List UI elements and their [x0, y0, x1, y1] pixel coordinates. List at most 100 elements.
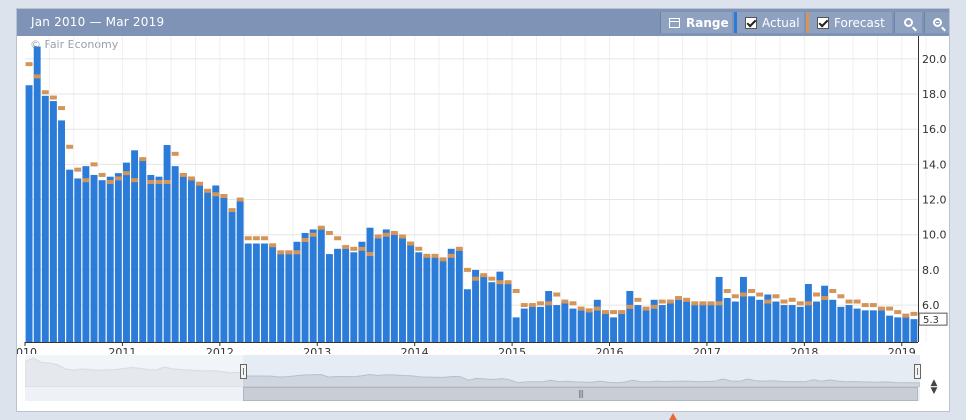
- forecast-marker: [512, 289, 520, 293]
- actual-bar: [829, 299, 837, 342]
- forecast-marker: [228, 208, 236, 213]
- forecast-marker: [293, 250, 301, 255]
- actual-bar: [788, 305, 796, 342]
- actual-bar: [155, 176, 163, 342]
- actual-bar: [309, 229, 317, 342]
- actual-bar: [723, 298, 731, 342]
- x-tick-label: 2012: [206, 346, 234, 354]
- actual-bar: [179, 173, 187, 342]
- actual-bar: [399, 238, 406, 342]
- actual-bar: [171, 166, 179, 342]
- y-tick-label: 14.0: [922, 158, 947, 171]
- navigator-handle-left[interactable]: [240, 364, 247, 379]
- forecast-marker: [886, 306, 894, 311]
- actual-bar: [528, 306, 536, 342]
- x-tick-label: 2015: [498, 346, 526, 354]
- forecast-marker: [545, 301, 553, 306]
- forecast-marker: [683, 297, 691, 302]
- actual-bar: [301, 232, 309, 342]
- actual-bar: [545, 291, 553, 342]
- forecast-marker: [642, 306, 650, 311]
- actual-bar: [98, 180, 106, 342]
- forecast-marker: [415, 246, 423, 251]
- actual-bar: [455, 250, 463, 342]
- forecast-marker: [829, 289, 837, 293]
- forecast-marker: [537, 301, 544, 306]
- forecast-marker: [423, 253, 431, 258]
- forecast-marker: [699, 301, 707, 306]
- forecast-marker: [139, 157, 147, 162]
- actual-bar: [837, 306, 845, 342]
- actual-bar: [350, 252, 358, 342]
- forecast-marker: [553, 292, 561, 297]
- actual-bar: [390, 232, 398, 342]
- checkbox-checked-icon[interactable]: [817, 16, 829, 29]
- marker-arrow-icon: [669, 413, 677, 420]
- actual-bar: [601, 312, 609, 342]
- x-tick-label: 2018: [790, 346, 818, 354]
- actual-bar: [537, 306, 544, 342]
- forecast-marker: [431, 253, 439, 258]
- y-tick-label: 8.0: [922, 264, 940, 277]
- forecast-marker: [171, 151, 179, 156]
- actual-bar: [187, 178, 195, 342]
- actual-bar: [58, 120, 65, 343]
- actual-bar: [691, 305, 699, 342]
- forecast-marker: [317, 225, 325, 230]
- forecast-marker: [334, 236, 342, 241]
- forecast-marker: [33, 74, 41, 79]
- actual-bar: [285, 250, 293, 342]
- forecast-marker: [155, 179, 163, 184]
- zoom-in-button[interactable]: [894, 12, 922, 33]
- actual-bar: [228, 210, 236, 342]
- forecast-marker: [861, 303, 869, 308]
- last-value-label: 5.3: [923, 315, 939, 326]
- forecast-marker: [350, 246, 358, 251]
- actual-bar: [25, 85, 33, 342]
- forecast-marker: [748, 289, 756, 293]
- forecast-marker: [707, 301, 715, 306]
- forecast-marker: [82, 178, 90, 183]
- forecast-marker: [382, 232, 390, 237]
- navigator-handle-right[interactable]: [914, 364, 921, 379]
- zoom-out-button[interactable]: [924, 12, 949, 33]
- forecast-marker: [780, 299, 788, 304]
- actual-bar: [886, 315, 894, 342]
- actual-bar: [147, 174, 155, 342]
- forecast-toggle[interactable]: Forecast: [806, 12, 892, 33]
- forecast-toggle-label: Forecast: [834, 15, 885, 30]
- forecast-marker: [601, 310, 609, 315]
- actual-bar: [610, 317, 618, 342]
- actual-bar: [277, 254, 285, 342]
- y-tick-label: 18.0: [922, 88, 947, 101]
- forecast-marker: [658, 299, 666, 304]
- checkbox-checked-icon[interactable]: [745, 16, 757, 29]
- x-tick-label: 2016: [596, 346, 624, 354]
- actual-bar: [658, 305, 666, 342]
- actual-bar: [504, 283, 512, 342]
- y-tick-label: 12.0: [922, 194, 947, 207]
- actual-bar: [66, 169, 74, 342]
- range-button[interactable]: Range: [660, 12, 732, 33]
- actual-bar: [342, 248, 350, 342]
- actual-bar: [49, 101, 57, 342]
- bar-chart: 6.0 8.0 10.0 12.0 14.0 16.0 18.0 20.0 2010 2011 20…: [17, 36, 948, 354]
- actual-bar: [431, 257, 439, 342]
- actual-bar: [366, 227, 374, 342]
- forecast-marker: [650, 304, 658, 309]
- up-down-arrows-icon[interactable]: ▲ ▼: [929, 379, 939, 396]
- actual-bar: [853, 308, 861, 342]
- actual-bar: [374, 238, 382, 342]
- forecast-marker: [764, 299, 772, 304]
- forecast-marker: [569, 301, 577, 306]
- actual-bar: [577, 310, 585, 342]
- forecast-marker: [98, 172, 106, 177]
- forecast-marker: [910, 311, 918, 316]
- actual-toggle[interactable]: Actual: [734, 12, 804, 33]
- actual-bar: [715, 276, 723, 342]
- actual-bar: [139, 159, 147, 342]
- zoom-out-icon: [932, 18, 942, 27]
- scrollbar-thumb[interactable]: |||: [243, 387, 918, 401]
- forecast-marker: [220, 194, 228, 199]
- forecast-marker: [675, 296, 682, 301]
